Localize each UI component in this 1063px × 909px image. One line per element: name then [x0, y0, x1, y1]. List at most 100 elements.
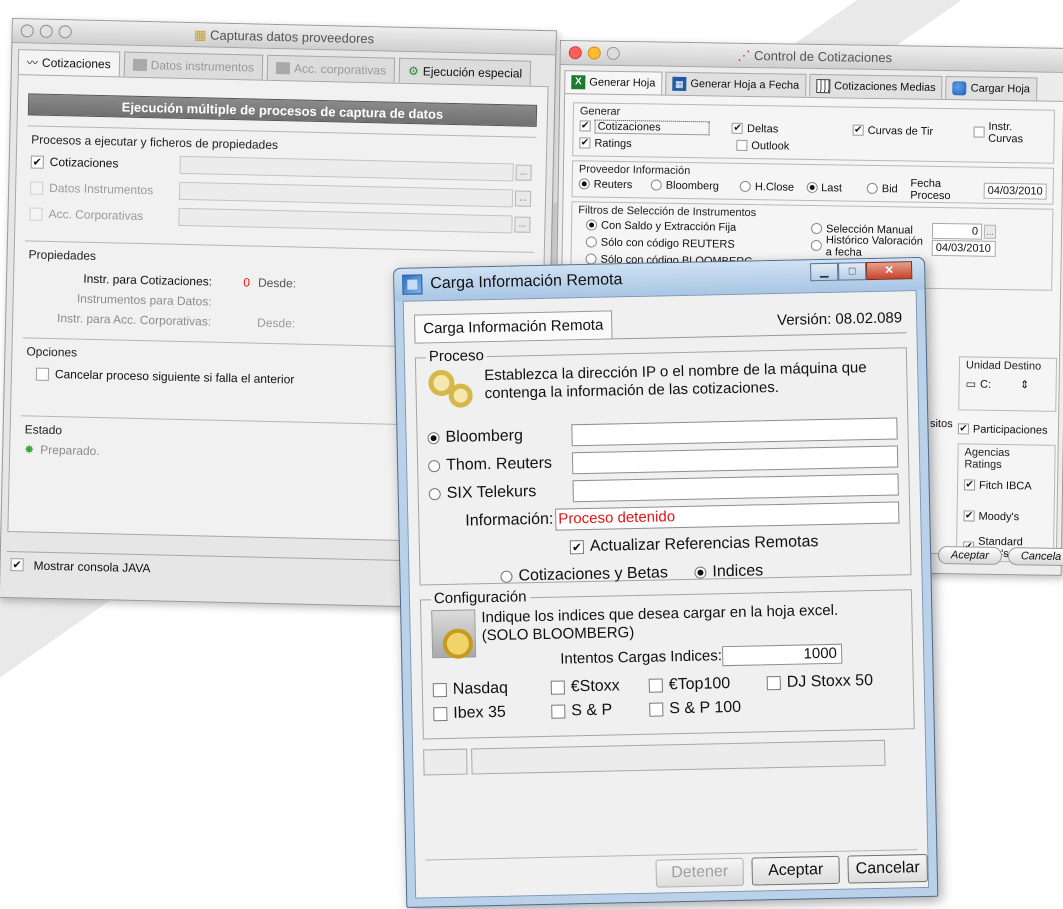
browse-button[interactable]: ...: [514, 190, 532, 207]
tab-cotizaciones-medias[interactable]: Cotizaciones Medias: [809, 73, 943, 100]
reuters-radio[interactable]: [428, 460, 441, 473]
gen-deltas-checkbox[interactable]: ✔: [732, 122, 744, 134]
indices-radio[interactable]: [694, 566, 707, 579]
cotizaciones-checkbox[interactable]: ✔: [30, 154, 44, 169]
browse-button[interactable]: ...: [514, 216, 531, 233]
participaciones-row: ✔ Participaciones: [957, 420, 1056, 439]
agencia-row: ✔ Moody's: [963, 507, 1047, 525]
detener-button[interactable]: Detener: [655, 857, 745, 888]
cancelar-button[interactable]: Cancela: [1007, 547, 1063, 567]
tab-generar-hoja-fecha[interactable]: ▦ Generar Hoja a Fecha: [665, 71, 807, 97]
carga-body: Carga Información Remota Versión: 08.02.…: [402, 290, 930, 899]
filtro-reuters-radio[interactable]: [585, 236, 597, 248]
fuente-label: Bloomberg: [445, 427, 524, 446]
right-column: Unidad Destino ▭ C: ⇕ ✔ Participaciones …: [955, 352, 1058, 567]
close-light[interactable]: [20, 24, 34, 38]
intentos-input[interactable]: 1000: [721, 643, 843, 667]
tab-generar-hoja[interactable]: X Generar Hoja: [564, 70, 663, 95]
sp-checkbox[interactable]: [551, 704, 566, 719]
minimize-light[interactable]: [39, 24, 53, 38]
filtro-fecha-input[interactable]: 04/03/2010: [931, 239, 996, 257]
reuters-radio[interactable]: [578, 178, 590, 190]
filtro-browse-button[interactable]: ...: [983, 224, 997, 239]
filtro-manual-radio[interactable]: [810, 222, 823, 235]
filtro-saldo-radio[interactable]: [586, 219, 598, 231]
gen-outlook-checkbox[interactable]: [736, 139, 748, 151]
gen-curvas-checkbox[interactable]: ✔: [852, 124, 864, 136]
minimize-light[interactable]: [587, 46, 601, 60]
datos-file-field[interactable]: [178, 181, 514, 208]
actualizar-checkbox[interactable]: ✔: [569, 540, 585, 555]
configuracion-fieldset: Configuración Indique los indices que de…: [419, 588, 915, 740]
gen-cotizaciones-checkbox[interactable]: ✔: [579, 120, 591, 132]
fecha-proceso-input[interactable]: 04/03/2010: [983, 182, 1047, 200]
proceso-text: Establezca la dirección IP o el nombre d…: [484, 359, 867, 403]
tab-acc-corporativas[interactable]: Acc. corporativas: [266, 54, 396, 83]
tab-cotizaciones[interactable]: 〰 Cotizaciones: [17, 49, 120, 77]
tab-datos-instrumentos[interactable]: Datos instrumentos: [123, 51, 264, 80]
acc-file-field[interactable]: [178, 207, 513, 234]
sp100-cell: S & P 100: [649, 699, 741, 719]
filtro-historico-radio[interactable]: [810, 239, 822, 252]
unidad-row: ▭ C: ⇕: [966, 375, 1050, 393]
zoom-light[interactable]: [58, 25, 72, 39]
sp-cell: S & P: [551, 701, 649, 721]
cotizaciones-betas-radio[interactable]: [500, 570, 513, 583]
gen-instr-curvas-label: Instr. Curvas: [988, 120, 1024, 145]
sitos-label: sitos: [929, 417, 953, 431]
participaciones-checkbox[interactable]: ✔: [957, 423, 970, 435]
config-info: Indique los indices que desea cargar en …: [431, 600, 902, 672]
fitch-checkbox[interactable]: ✔: [963, 479, 976, 491]
proceso-fieldset: Proceso Establezca la dirección IP o el …: [414, 347, 912, 586]
capturas-app-icon: ▦: [194, 27, 207, 43]
djstoxx-checkbox[interactable]: [766, 675, 781, 691]
stepper-icon[interactable]: ⇕: [1020, 378, 1029, 391]
bloomberg-radio[interactable]: [650, 179, 662, 191]
datos-instrumentos-checkbox[interactable]: [30, 180, 44, 195]
load-icon: [952, 81, 967, 96]
last-radio[interactable]: [806, 181, 818, 194]
sp100-checkbox[interactable]: [649, 702, 664, 717]
moodys-checkbox[interactable]: ✔: [963, 510, 975, 522]
gen-ratings-checkbox[interactable]: ✔: [579, 137, 591, 149]
ibex-checkbox[interactable]: [433, 706, 448, 722]
bid-radio[interactable]: [866, 182, 878, 195]
window-controls: [20, 24, 72, 39]
estoxx-checkbox[interactable]: [550, 680, 565, 695]
unidad-value[interactable]: C:: [980, 378, 1020, 391]
maximize-button[interactable]: □: [837, 262, 867, 281]
aceptar-button[interactable]: Aceptar: [751, 855, 840, 886]
generar-group: Generar ✔ Cotizaciones ✔ Deltas ✔ Curvas…: [572, 102, 1055, 164]
proveedor-row: Reuters Bloomberg H.Close Last Bid Fecha…: [578, 175, 1047, 202]
cotizaciones-file-field[interactable]: [179, 155, 514, 182]
etop100-checkbox[interactable]: [648, 678, 663, 693]
cancelar-siguiente-checkbox[interactable]: [35, 367, 50, 381]
drive-icon: ▭: [965, 378, 977, 391]
filtro-num-input[interactable]: 0: [931, 222, 983, 240]
acc-corporativas-checkbox[interactable]: [29, 206, 43, 221]
close-light[interactable]: [568, 46, 582, 60]
telekurs-host-input[interactable]: [572, 473, 899, 503]
bloomberg-radio[interactable]: [427, 432, 440, 445]
nasdaq-checkbox[interactable]: [432, 682, 447, 698]
config-gear-icon: [431, 609, 477, 659]
tab-ejecucion-especial[interactable]: ⚙ Ejecución especial: [398, 57, 532, 86]
cancelar-button[interactable]: Cancelar: [847, 853, 928, 884]
gen-instr-curvas-checkbox[interactable]: [973, 126, 985, 138]
filtro-historico-label: Histórico Valoración a fecha: [825, 233, 923, 259]
hclose-radio[interactable]: [739, 180, 751, 193]
telekurs-radio[interactable]: [428, 488, 441, 501]
carga-remota-dialog: Carga Información Remota ▁ □ ✕ Carga Inf…: [393, 256, 939, 908]
aceptar-button[interactable]: Aceptar: [937, 546, 1003, 566]
procesos-group: Procesos a ejecutar y ficheros de propie…: [24, 125, 537, 252]
browse-button[interactable]: ...: [515, 164, 532, 181]
reuters-host-input[interactable]: [571, 445, 899, 475]
mostrar-consola-checkbox[interactable]: ✔: [10, 558, 24, 572]
bloomberg-host-input[interactable]: [571, 417, 898, 447]
tab-cargar-hoja[interactable]: Cargar Hoja: [945, 76, 1038, 101]
tab-carga-informacion[interactable]: Carga Información Remota: [413, 310, 613, 343]
minimize-button[interactable]: ▁: [809, 262, 839, 282]
zoom-light[interactable]: [606, 46, 620, 60]
close-button[interactable]: ✕: [865, 261, 913, 281]
index-label: S & P 100: [669, 698, 742, 718]
